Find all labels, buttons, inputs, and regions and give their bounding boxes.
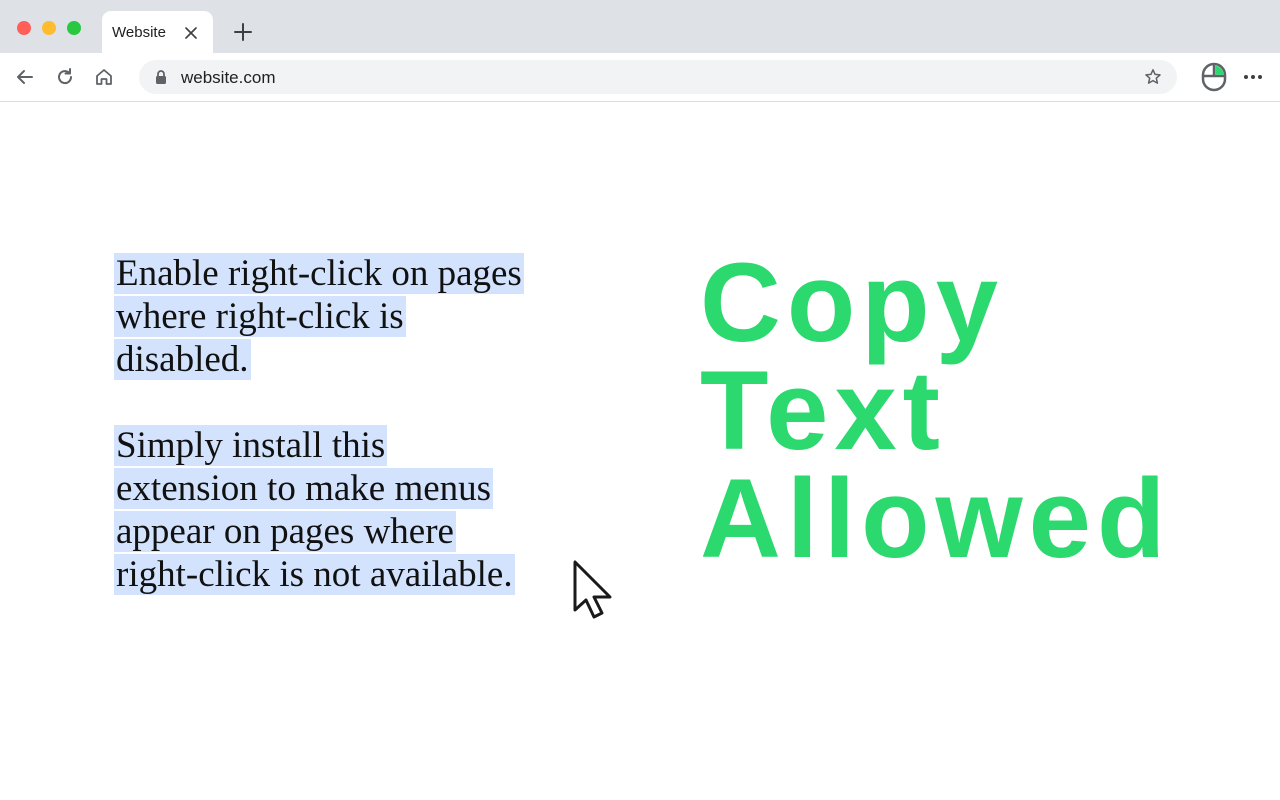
text-line[interactable]: appear on pages where: [114, 511, 456, 552]
url-text[interactable]: website.com: [181, 68, 275, 88]
mouse-cursor-icon: [573, 560, 617, 620]
hero-heading: Copy Text Allowed: [700, 240, 1172, 581]
address-bar[interactable]: website.com: [139, 60, 1177, 94]
text-line[interactable]: disabled.: [114, 339, 251, 380]
window-minimize-button[interactable]: [42, 21, 56, 35]
selected-text-block[interactable]: Enable right-click on pages where right-…: [114, 252, 614, 639]
plus-icon[interactable]: [233, 22, 253, 42]
tab-strip: Website: [0, 0, 1280, 53]
text-line[interactable]: Simply install this: [114, 425, 388, 466]
page-content: Enable right-click on pages where right-…: [0, 102, 1280, 800]
reload-icon[interactable]: [54, 66, 76, 88]
browser-toolbar: website.com: [0, 53, 1280, 102]
paragraph-description[interactable]: Simply install this extension to make me…: [114, 424, 614, 596]
star-icon[interactable]: [1144, 68, 1162, 86]
hero-line: Copy: [700, 240, 1004, 365]
home-icon[interactable]: [93, 66, 115, 88]
text-line[interactable]: right-click is not available.: [114, 554, 515, 595]
tab-website[interactable]: Website: [102, 11, 213, 53]
browser-window: Website website.com Enable right-click o…: [0, 0, 1280, 800]
close-icon[interactable]: [185, 26, 197, 39]
arrow-left-icon[interactable]: [14, 66, 36, 88]
window-maximize-button[interactable]: [67, 21, 81, 35]
lock-icon[interactable]: [155, 70, 167, 84]
paragraph-intro[interactable]: Enable right-click on pages where right-…: [114, 252, 614, 381]
hero-line: Allowed: [700, 456, 1172, 581]
hero-line: Text: [700, 348, 946, 473]
text-line[interactable]: Enable right-click on pages: [114, 253, 524, 294]
tab-title: Website: [112, 24, 166, 41]
mouse-icon[interactable]: [1199, 61, 1229, 93]
window-close-button[interactable]: [17, 21, 31, 35]
text-line[interactable]: where right-click is: [114, 296, 406, 337]
more-horizontal-icon[interactable]: [1242, 66, 1264, 88]
text-line[interactable]: extension to make menus: [114, 468, 494, 509]
